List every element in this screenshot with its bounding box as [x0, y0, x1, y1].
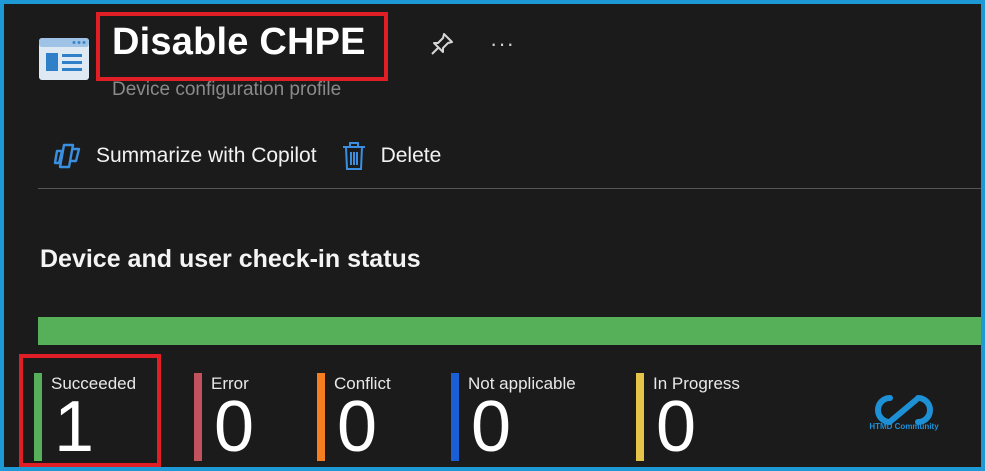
- title-highlight-box: [96, 12, 388, 81]
- status-count: 0: [471, 387, 512, 467]
- status-color-bar: [194, 373, 202, 461]
- command-bar: Summarize with Copilot Delete: [52, 136, 465, 176]
- status-count: 0: [656, 387, 697, 467]
- summarize-copilot-button[interactable]: Summarize with Copilot: [52, 136, 317, 176]
- profile-blade: Disable CHPE ··· Device configuration pr…: [4, 4, 981, 467]
- pin-icon[interactable]: [428, 30, 456, 58]
- trash-icon: [342, 142, 365, 170]
- toolbar-divider: [38, 188, 981, 189]
- delete-label: Delete: [380, 144, 442, 167]
- status-color-bar: [451, 373, 459, 461]
- profile-icon: [39, 38, 89, 80]
- status-count: 0: [214, 387, 255, 467]
- status-progress-bar: [38, 317, 981, 345]
- more-options-icon[interactable]: ···: [490, 30, 515, 58]
- status-color-bar: [317, 373, 325, 461]
- delete-button[interactable]: Delete: [341, 136, 442, 176]
- summarize-copilot-label: Summarize with Copilot: [96, 144, 317, 167]
- copilot-icon: [53, 143, 81, 169]
- status-color-bar: [636, 373, 644, 461]
- watermark-text: HTMD Community: [869, 422, 939, 431]
- page-subtitle: Device configuration profile: [112, 79, 342, 100]
- status-count: 0: [337, 387, 378, 467]
- succeeded-highlight-box: [19, 354, 161, 467]
- checkin-status-heading: Device and user check-in status: [40, 245, 421, 273]
- succeeded-progress-fill: [38, 317, 981, 345]
